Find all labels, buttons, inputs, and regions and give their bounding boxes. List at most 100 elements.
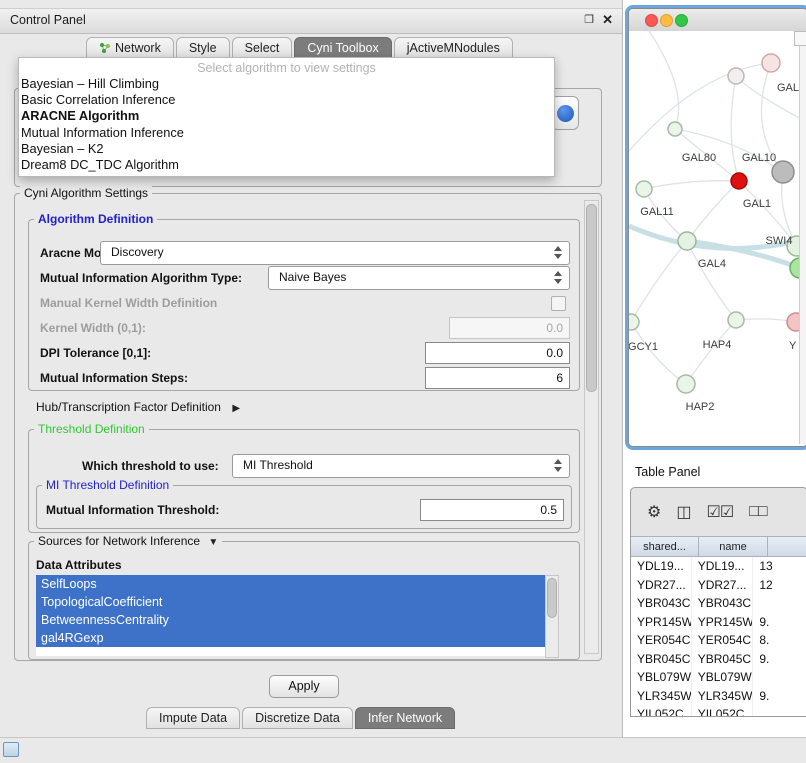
table-cell [753, 594, 806, 613]
column-layout-icon[interactable]: ◫ [676, 502, 690, 522]
mi-steps-input[interactable]: 6 [425, 367, 570, 389]
tab-select[interactable]: Select [232, 37, 293, 59]
tab-discretize-data[interactable]: Discretize Data [242, 707, 353, 729]
collapsed-arrow-icon: ▶ [232, 403, 240, 414]
table-cell: YDL19... [692, 557, 754, 576]
network-edge [631, 322, 686, 384]
aracne-mode-select[interactable]: Discovery [100, 241, 570, 265]
settings-scrollbar[interactable] [584, 200, 599, 654]
table-row[interactable]: YDL19...YDL19...13 [631, 557, 806, 576]
attribute-item[interactable]: TopologicalCoefficient [36, 593, 545, 611]
dpi-tolerance-input[interactable]: 0.0 [425, 342, 570, 364]
node-label: GAL80 [682, 152, 716, 164]
kernel-width-input[interactable]: 0.0 [449, 317, 570, 339]
tab-label: Network [115, 41, 161, 55]
network-node[interactable] [772, 161, 794, 183]
node-label: GAL10 [742, 152, 776, 164]
tab-jactivemnodules[interactable]: jActiveMNodules [394, 37, 513, 59]
table-row[interactable]: YBR043CYBR043C [631, 594, 806, 613]
hub-definition-toggle[interactable]: Hub/Transcription Factor Definition ▶ [36, 400, 240, 414]
network-node[interactable] [731, 173, 747, 189]
algorithm-option[interactable]: Bayesian – K2 [19, 141, 554, 157]
minimize-traffic-light[interactable] [660, 14, 673, 27]
table-cell: 8. [753, 631, 806, 650]
minimized-panel-icon[interactable] [3, 742, 19, 757]
algorithm-option[interactable]: Bayesian – Hill Climbing [19, 76, 554, 92]
network-edge [631, 241, 687, 322]
tab-label: jActiveMNodules [407, 41, 500, 55]
network-node[interactable] [629, 314, 639, 330]
column-header[interactable]: name [699, 536, 768, 557]
attribute-item[interactable]: gal4RGexp [36, 629, 545, 647]
deselect-all-icon[interactable]: □□ [749, 503, 766, 521]
network-canvas-svg: GALGAL80GAL10GAL11GAL1SWI4GAL4GCY1HAP4YH… [629, 31, 805, 444]
table-toolbar: ⚙ ◫ ☑☑ □□ [631, 488, 806, 536]
mi-threshold-input[interactable]: 0.5 [420, 499, 564, 521]
expanded-arrow-icon: ▼ [208, 537, 218, 548]
network-canvas[interactable]: GALGAL80GAL10GAL11GAL1SWI4GAL4GCY1HAP4YH… [629, 31, 805, 444]
table-cell: YBR045C [631, 650, 692, 669]
network-node[interactable] [678, 232, 696, 250]
algorithm-option[interactable]: Dream8 DC_TDC Algorithm [19, 157, 554, 173]
mi-algorithm-type-select[interactable]: Naive Bayes [268, 266, 570, 290]
algorithm-option[interactable]: Mutual Information Inference [19, 125, 554, 141]
table-row[interactable]: YBR045CYBR045C9. [631, 650, 806, 669]
algorithm-info-button[interactable] [551, 96, 579, 130]
which-threshold-select[interactable]: MI Threshold [232, 454, 570, 478]
table-row[interactable]: YLR345WYLR345W9. [631, 687, 806, 706]
network-node[interactable] [636, 181, 652, 197]
close-traffic-light[interactable] [645, 14, 658, 27]
table-row[interactable]: YER054CYER054C8. [631, 631, 806, 650]
tab-network[interactable]: Network [86, 37, 174, 59]
network-vertical-scrollbar[interactable] [799, 46, 806, 444]
data-attributes-list: SelfLoopsTopologicalCoefficientBetweenne… [36, 575, 545, 656]
network-edge [687, 241, 736, 320]
apply-button[interactable]: Apply [269, 675, 339, 698]
zoom-traffic-light[interactable] [675, 14, 688, 27]
table-cell: 12 [753, 576, 806, 595]
data-attributes-label: Data Attributes [36, 558, 122, 572]
network-tab-icon [99, 42, 111, 54]
mi-threshold-group-title: MI Threshold Definition [42, 478, 173, 492]
dropdown-placeholder: Select algorithm to view settings [19, 58, 554, 76]
network-node[interactable] [762, 54, 780, 72]
table-row[interactable]: YPR145WYPR145W9. [631, 613, 806, 632]
close-window-icon[interactable]: ✕ [602, 12, 613, 28]
control-panel-titlebar[interactable]: Control Panel ❐ ✕ [0, 8, 622, 34]
column-header[interactable] [768, 536, 806, 557]
algorithm-option[interactable]: Basic Correlation Inference [19, 92, 554, 108]
select-all-icon[interactable]: ☑☑ [706, 502, 733, 522]
network-edge [629, 63, 771, 151]
tab-style[interactable]: Style [176, 37, 230, 59]
node-label: GAL [777, 82, 799, 94]
table-cell [753, 668, 806, 687]
attribute-item[interactable]: BetweennessCentrality [36, 611, 545, 629]
table-row[interactable]: YBL079WYBL079W [631, 668, 806, 687]
tab-impute-data[interactable]: Impute Data [146, 707, 240, 729]
column-header[interactable]: shared... [631, 536, 699, 557]
table-row[interactable]: YIL052CYIL052C [631, 705, 806, 716]
table-cell: YLR345W [692, 687, 754, 706]
node-label: HAP2 [686, 401, 715, 413]
tab-label: Infer Network [368, 711, 442, 725]
network-node[interactable] [677, 375, 695, 393]
manual-kernel-checkbox[interactable] [551, 296, 566, 311]
network-node[interactable] [668, 122, 682, 136]
attributes-scrollbar[interactable] [545, 575, 559, 658]
sources-group-title[interactable]: Sources for Network Inference ▼ [34, 534, 222, 548]
algorithm-option[interactable]: ARACNE Algorithm [19, 108, 554, 124]
network-node[interactable] [728, 68, 744, 84]
network-node[interactable] [728, 312, 744, 328]
table-cell: YLR345W [631, 687, 692, 706]
tab-infer-network[interactable]: Infer Network [355, 707, 455, 729]
attribute-item[interactable]: SelfLoops [36, 575, 545, 593]
settings-scrollbar-thumb[interactable] [586, 204, 597, 392]
network-window-titlebar[interactable] [629, 9, 806, 32]
table-row[interactable]: YDR27...YDR27...12 [631, 576, 806, 595]
float-window-icon[interactable]: ❐ [584, 13, 594, 26]
threshold-definition-title: Threshold Definition [34, 422, 149, 436]
tab-cyni-toolbox[interactable]: Cyni Toolbox [294, 37, 391, 59]
control-panel-window: Control Panel ❐ ✕ Network Style Select C… [0, 0, 623, 737]
attributes-scrollbar-thumb[interactable] [547, 578, 557, 618]
settings-gear-icon[interactable]: ⚙ [647, 502, 660, 522]
